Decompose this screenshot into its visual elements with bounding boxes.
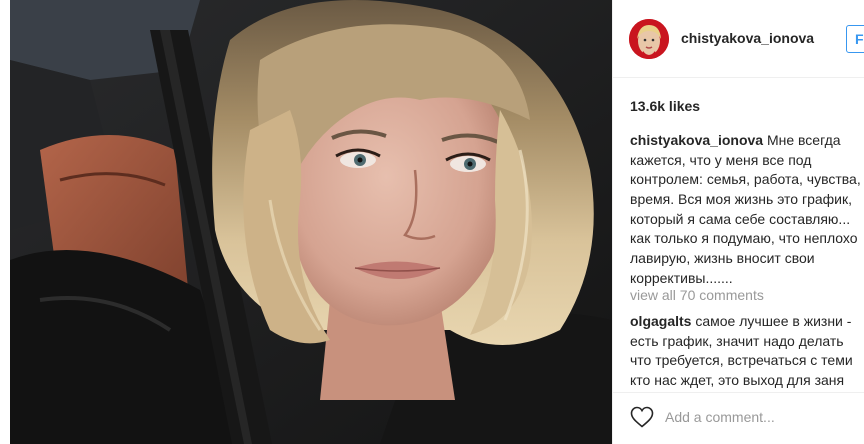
comment-author[interactable]: olgagalts bbox=[630, 313, 691, 329]
post-username[interactable]: chistyakova_ionova bbox=[681, 30, 814, 46]
caption-line: который я сама себе составляю... bbox=[630, 210, 851, 227]
caption-line: chistyakova_ionova Мне всегда bbox=[630, 131, 864, 151]
comment-line: что требуется, встречаться с теми bbox=[630, 352, 853, 369]
caption: chistyakova_ionova Мне всегда кажется, ч… bbox=[630, 131, 864, 289]
post-photo[interactable] bbox=[0, 0, 612, 444]
post-details-panel: chistyakova_ionova Follow 13.6k likes ch… bbox=[612, 0, 864, 444]
caption-text: Мне всегда bbox=[766, 132, 841, 148]
follow-button[interactable]: Follow bbox=[846, 25, 864, 53]
add-comment-input[interactable] bbox=[665, 405, 860, 429]
comment-line: olgagalts самое лучшее в жизни - bbox=[630, 312, 864, 332]
caption-line: время. Вся моя жизнь это график, bbox=[630, 191, 853, 208]
comment-text: самое лучшее в жизни - bbox=[695, 313, 852, 329]
selfie-image bbox=[0, 0, 612, 444]
caption-line: как только я подумаю, что неплохо bbox=[630, 230, 858, 247]
avatar-image bbox=[629, 19, 669, 59]
post-header: chistyakova_ionova Follow bbox=[613, 0, 864, 78]
avatar[interactable] bbox=[629, 19, 669, 59]
caption-author[interactable]: chistyakova_ionova bbox=[630, 132, 763, 148]
add-comment-bar bbox=[613, 392, 864, 444]
likes-count[interactable]: 13.6k likes bbox=[630, 98, 700, 114]
heart-outline-icon[interactable] bbox=[630, 406, 654, 428]
caption-line: лавирую, жизнь вносит свои bbox=[630, 250, 815, 267]
comment: olgagalts самое лучшее в жизни - есть гр… bbox=[630, 312, 864, 391]
comment-line: есть график, значит надо делать bbox=[630, 332, 844, 349]
caption-line: контролем: семья, работа, чувства, bbox=[630, 171, 861, 188]
caption-line: коррективы....... bbox=[630, 269, 733, 286]
comment-line: кто нас ждет, это выход для заня bbox=[630, 372, 845, 389]
caption-line: кажется, что у меня все под bbox=[630, 151, 812, 168]
view-all-comments-link[interactable]: view all 70 comments bbox=[630, 287, 764, 303]
